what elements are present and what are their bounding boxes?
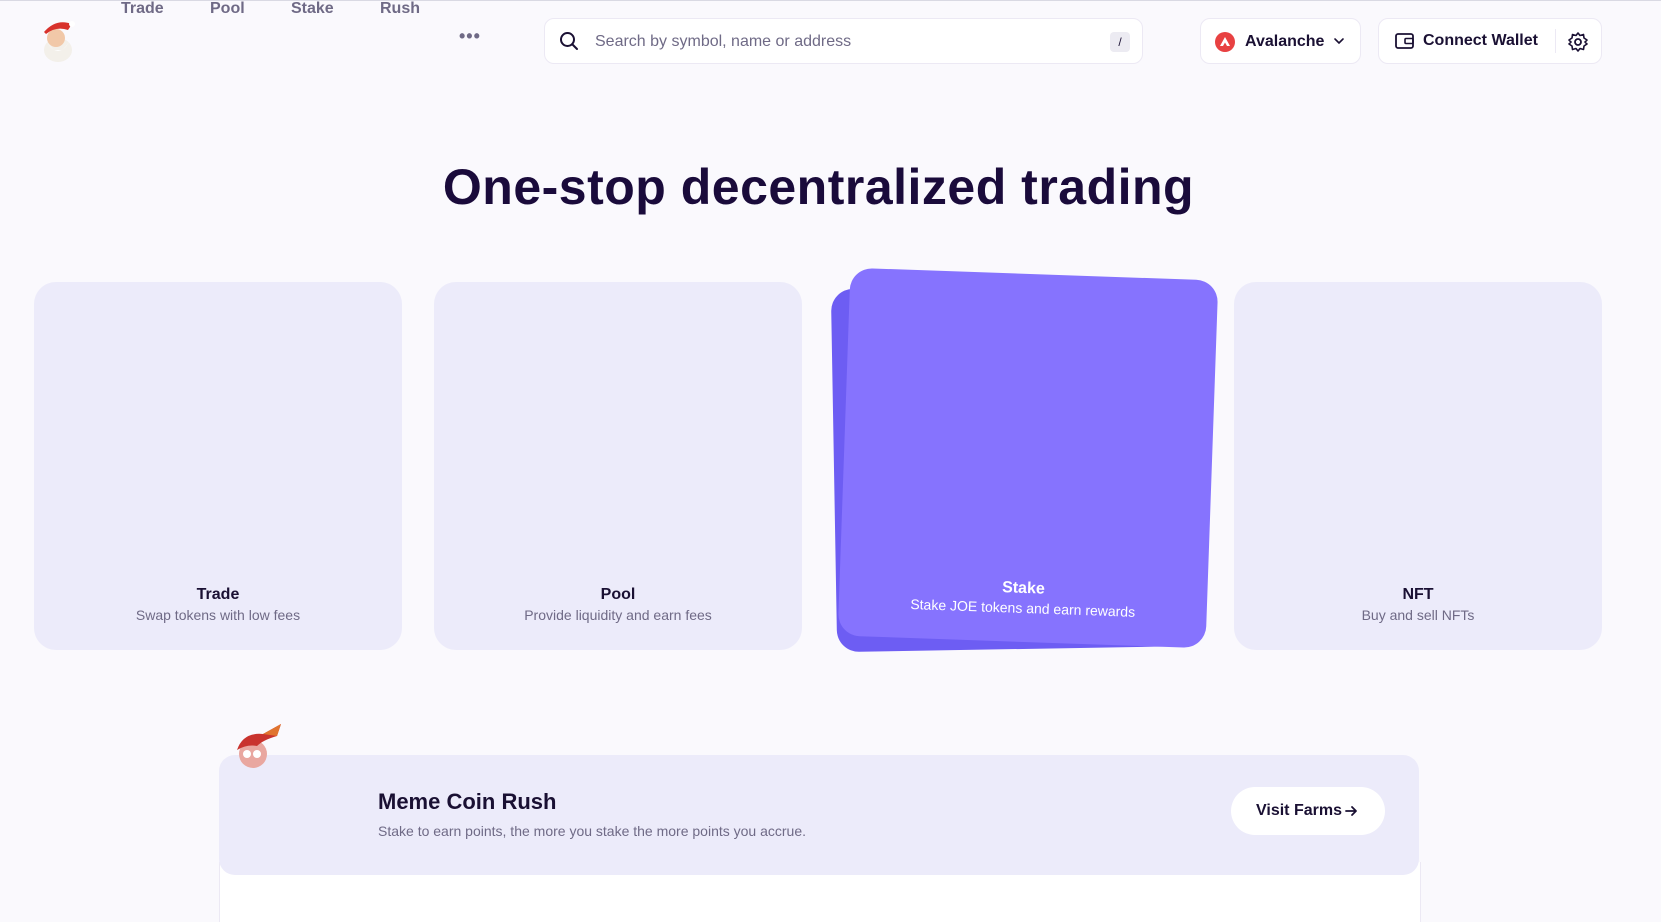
card-title: Pool [600,586,636,603]
card-title: NFT [1402,586,1434,603]
nft-card[interactable]: NFT Buy and sell NFTs [1234,282,1602,650]
stake-card-face: Stake Stake JOE tokens and earn rewards [837,267,1219,649]
chain-label: Avalanche [1245,33,1325,50]
card-subtitle: Swap tokens with low fees [135,607,301,623]
search-input[interactable] [593,27,1077,57]
chevron-down-icon [1334,38,1344,45]
rush-subtitle: Stake to earn points, the more you stake… [378,823,807,839]
header: Trade Pool Stake Rush ••• / Avalanche Co… [0,0,1661,84]
visit-farms-label: Visit Farms [1256,802,1342,819]
joe-logo[interactable] [34,16,82,64]
card-title: Trade [196,586,240,603]
page-title: One-stop decentralized trading [442,159,1195,215]
wallet-group: Connect Wallet [1378,18,1602,64]
card-subtitle: Buy and sell NFTs [1361,607,1475,623]
pool-card[interactable]: Pool Provide liquidity and earn fees [434,282,802,650]
gear-icon[interactable] [1565,29,1591,55]
search-icon [560,32,578,50]
divider [1555,29,1556,53]
stake-card[interactable]: Stake Stake JOE tokens and earn rewards [830,267,1219,653]
arrow-right-icon [1345,806,1357,816]
rush-title: Meme Coin Rush [378,789,557,814]
search-shortcut-key: / [1110,32,1130,52]
connect-wallet-label: Connect Wallet [1423,32,1538,49]
visit-farms-button[interactable]: Visit Farms [1231,787,1385,835]
avalanche-icon [1215,32,1235,52]
trade-card[interactable]: Trade Swap tokens with low fees [34,282,402,650]
card-subtitle: Provide liquidity and earn fees [524,607,712,623]
connect-wallet-button[interactable]: Connect Wallet [1379,19,1555,63]
search-bar[interactable]: / [544,18,1143,64]
chain-selector-button[interactable]: Avalanche [1200,18,1361,64]
nav-stake[interactable]: Stake [291,0,334,18]
more-dots-icon[interactable]: ••• [459,26,481,47]
nav-rush[interactable]: Rush [380,0,420,18]
nav-pool[interactable]: Pool [210,0,245,18]
mascot-image [237,724,281,768]
nav-trade[interactable]: Trade [121,0,164,18]
wallet-icon [1395,33,1414,49]
